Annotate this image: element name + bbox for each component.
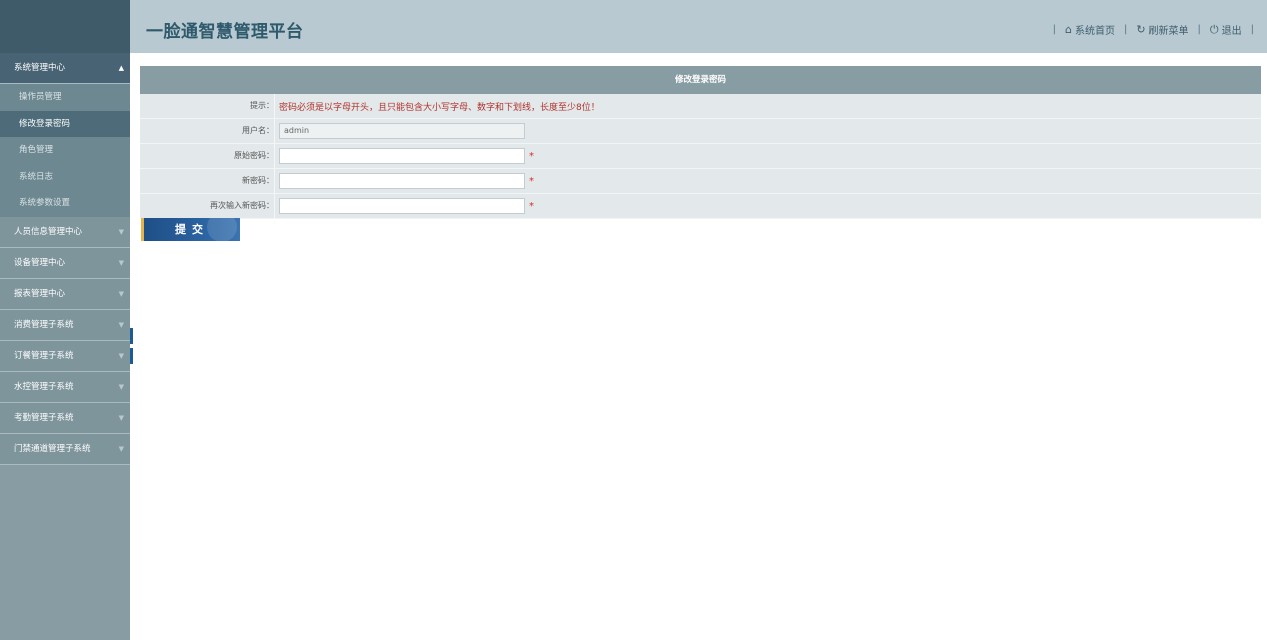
username-value-cell: admin (274, 119, 1261, 143)
home-link-label: 系统首页 (1074, 26, 1115, 37)
sidebar-group-label: 水控管理子系统 (14, 381, 74, 392)
caret-down-icon: ▼ (118, 227, 124, 236)
sidebar-group-label: 订餐管理子系统 (14, 350, 74, 361)
username-row: 用户名： admin (140, 119, 1261, 144)
sidebar-group-personnel[interactable]: 人员信息管理中心 ▼ (0, 216, 130, 248)
button-decoration (207, 218, 237, 241)
home-icon: ⌂ (1064, 23, 1072, 36)
new-password-value-cell: * (274, 169, 1261, 193)
confirm-password-row: 再次输入新密码： * (140, 194, 1261, 219)
form-title: 修改登录密码 (140, 66, 1261, 94)
power-icon: ⏻ (1209, 22, 1219, 36)
top-header: 一脸通智慧管理平台 | ⌂ 系统首页 | ↻ 刷新菜单 | ⏻ 退出 | (130, 0, 1267, 53)
new-password-row: 新密码： * (140, 169, 1261, 194)
refresh-icon: ↻ (1136, 23, 1146, 36)
username-label: 用户名： (242, 126, 274, 135)
required-mark: * (529, 150, 534, 162)
caret-down-icon: ▼ (118, 320, 124, 329)
sidebar-group-label: 报表管理中心 (14, 288, 66, 299)
caret-down-icon: ▼ (118, 444, 124, 453)
caret-down-icon: ▼ (118, 289, 124, 298)
old-password-row: 原始密码： * (140, 144, 1261, 169)
required-mark: * (529, 200, 534, 212)
new-password-input[interactable] (279, 173, 525, 189)
submit-button[interactable]: 提交 (141, 218, 240, 241)
sidebar-group-attendance[interactable]: 考勤管理子系统 ▼ (0, 402, 130, 434)
confirm-password-value-cell: * (274, 194, 1261, 218)
sidebar-group-system[interactable]: 系统管理中心 ▲ (0, 53, 130, 84)
change-password-form: 修改登录密码 提示： 密码必须是以字母开头，且只能包含大小写字母、数字和下划线，… (140, 66, 1261, 219)
sidebar-item-system-log[interactable]: 系统日志 (0, 163, 130, 190)
caret-down-icon: ▼ (118, 258, 124, 267)
sidebar-group-label: 系统管理中心 (14, 63, 66, 73)
submit-button-label: 提交 (175, 223, 209, 236)
confirm-password-label: 再次输入新密码： (210, 201, 274, 210)
sidebar-group-water-control[interactable]: 水控管理子系统 ▼ (0, 371, 130, 403)
sidebar-item-change-password[interactable]: 修改登录密码 (0, 110, 130, 137)
nav-separator: | (1052, 24, 1056, 35)
sidebar-group-access-control[interactable]: 门禁通道管理子系统 ▼ (0, 433, 130, 465)
sidebar-group-label: 人员信息管理中心 (14, 226, 83, 237)
refresh-menu-label: 刷新菜单 (1148, 26, 1189, 37)
old-password-input[interactable] (279, 148, 525, 164)
app-title: 一脸通智慧管理平台 (146, 22, 304, 42)
refresh-menu-link[interactable]: ↻ 刷新菜单 (1136, 22, 1188, 37)
nav-separator: | (1250, 24, 1254, 35)
logout-label: 退出 (1221, 26, 1242, 37)
caret-down-icon: ▼ (118, 382, 124, 391)
header-nav: | ⌂ 系统首页 | ↻ 刷新菜单 | ⏻ 退出 | (1048, 22, 1259, 38)
username-field: admin (279, 123, 525, 139)
sidebar-collapse-handle[interactable] (130, 348, 133, 364)
sidebar-item-roles[interactable]: 角色管理 (0, 137, 130, 164)
sidebar-item-system-params[interactable]: 系统参数设置 (0, 190, 130, 217)
caret-down-icon: ▼ (118, 413, 124, 422)
logout-link[interactable]: ⏻ 退出 (1209, 22, 1242, 38)
home-link[interactable]: ⌂ 系统首页 (1065, 22, 1115, 37)
sidebar-collapse-handle[interactable] (130, 328, 133, 344)
caret-up-icon: ▲ (118, 64, 124, 72)
sidebar-group-label: 考勤管理子系统 (14, 412, 74, 423)
sidebar-item-operators[interactable]: 操作员管理 (0, 84, 130, 111)
required-mark: * (529, 175, 534, 187)
sidebar-group-consumption[interactable]: 消费管理子系统 ▼ (0, 309, 130, 341)
sidebar: 系统管理中心 ▲ 操作员管理 修改登录密码 角色管理 系统日志 系统参数设置 人… (0, 53, 130, 640)
old-password-value-cell: * (274, 144, 1261, 168)
password-hint: 密码必须是以字母开头，且只能包含大小写字母、数字和下划线，长度至少8位！ (279, 102, 600, 113)
logo-corner (0, 0, 130, 53)
hint-label: 提示： (250, 101, 274, 110)
sidebar-group-devices[interactable]: 设备管理中心 ▼ (0, 247, 130, 279)
hint-row: 提示： 密码必须是以字母开头，且只能包含大小写字母、数字和下划线，长度至少8位！ (140, 94, 1261, 119)
nav-separator: | (1197, 24, 1201, 35)
sidebar-group-label: 消费管理子系统 (14, 319, 74, 330)
sidebar-group-label: 门禁通道管理子系统 (14, 443, 91, 454)
caret-down-icon: ▼ (118, 351, 124, 360)
hint-value-cell: 密码必须是以字母开头，且只能包含大小写字母、数字和下划线，长度至少8位！ (274, 94, 1261, 118)
old-password-label: 原始密码： (234, 151, 274, 160)
new-password-label: 新密码： (242, 176, 274, 185)
sidebar-group-label: 设备管理中心 (14, 257, 66, 268)
sidebar-group-meal-order[interactable]: 订餐管理子系统 ▼ (0, 340, 130, 372)
confirm-password-input[interactable] (279, 198, 525, 214)
nav-separator: | (1123, 24, 1128, 35)
sidebar-group-reports[interactable]: 报表管理中心 ▼ (0, 278, 130, 310)
